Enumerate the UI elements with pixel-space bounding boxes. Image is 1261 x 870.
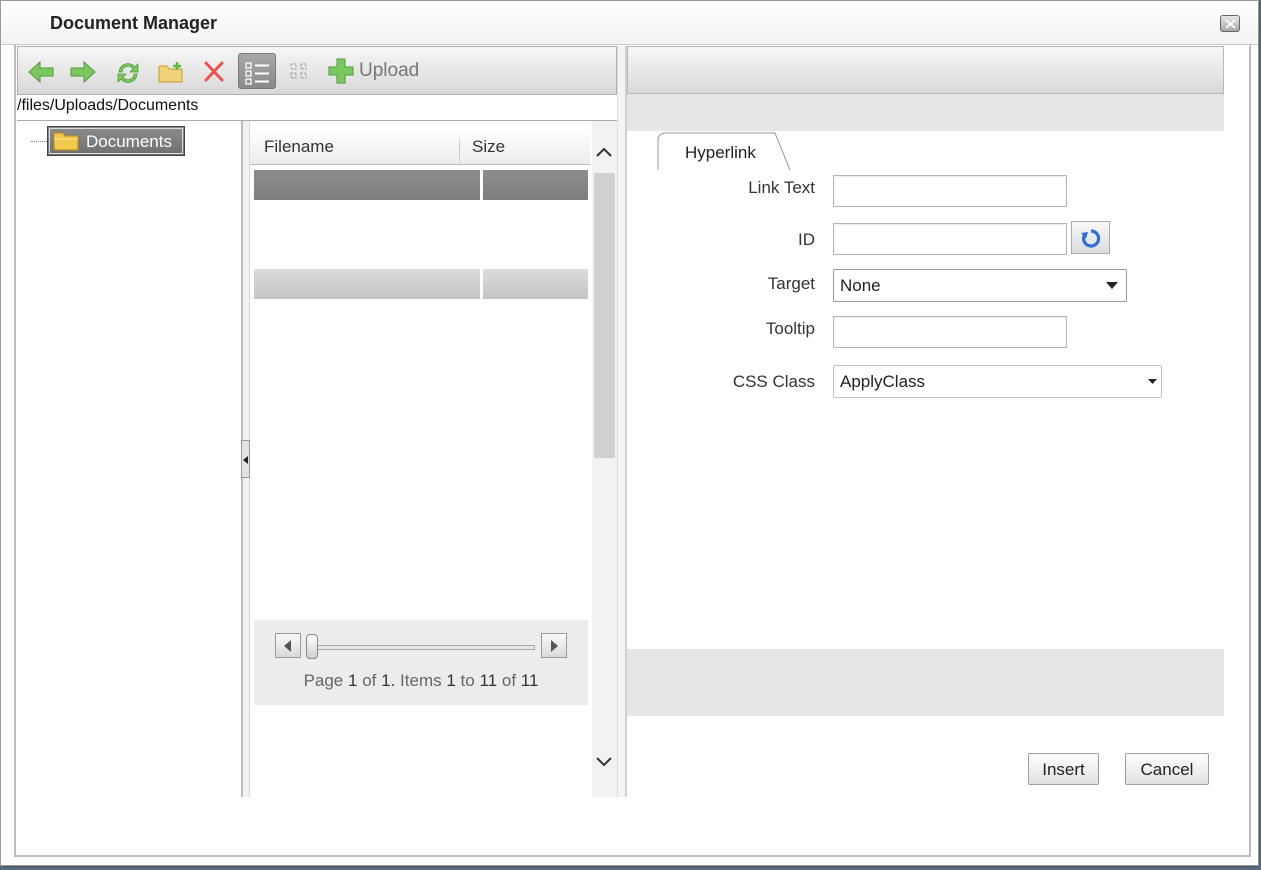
list-view-icon — [245, 62, 269, 85]
properties-footer-strip — [627, 649, 1224, 716]
pager-prev-button[interactable] — [275, 633, 301, 658]
delete-button[interactable] — [196, 54, 232, 88]
pager-text: Items — [400, 671, 442, 690]
table-cell — [483, 170, 588, 200]
scrollbar-thumb[interactable] — [594, 173, 615, 458]
delete-icon — [204, 61, 224, 82]
pager-item-to: 11 — [479, 671, 498, 690]
css-class-select-value: ApplyClass — [840, 372, 926, 391]
pager-text: Page — [303, 671, 344, 690]
column-separator — [459, 139, 460, 163]
tab-hyperlink[interactable]: Hyperlink — [657, 131, 791, 171]
properties-header-strip — [627, 94, 1224, 131]
table-cell — [254, 269, 480, 299]
tooltip-label: Tooltip — [765, 319, 815, 338]
pager-text: of — [362, 671, 377, 690]
arrow-left-icon — [284, 640, 291, 652]
panel-divider — [617, 46, 627, 797]
upload-label: Upload — [359, 60, 420, 81]
chevron-down-icon[interactable] — [594, 755, 614, 769]
forward-button[interactable] — [64, 54, 100, 88]
pager-current-page: 1 — [348, 671, 358, 690]
thumbnail-view-icon — [290, 63, 307, 79]
folder-tree: Documents — [17, 121, 243, 797]
new-folder-icon — [158, 62, 183, 83]
id-input[interactable] — [833, 223, 1067, 255]
link-text-label: Link Text — [748, 178, 815, 197]
tree-node-label: Documents — [86, 132, 172, 151]
collapse-left-icon — [243, 456, 248, 464]
file-toolbar: Upload — [17, 46, 617, 95]
table-row[interactable] — [254, 269, 588, 299]
css-class-label: CSS Class — [732, 372, 815, 391]
forward-icon — [70, 61, 96, 83]
pager-text: to — [460, 671, 475, 690]
tooltip-input[interactable] — [833, 316, 1067, 348]
path-breadcrumb: /files/Uploads/Documents — [17, 95, 617, 121]
pager-info: Page 1 of 1. Items 1 to 11 of 11 — [254, 671, 588, 691]
properties-toolbar — [627, 46, 1224, 94]
tree-node-documents[interactable]: Documents — [47, 126, 185, 156]
target-select-value: None — [840, 276, 881, 295]
file-grid: Filename Size Page 1 of 1. Items 1 to 11… — [250, 121, 592, 797]
refresh-icon — [117, 63, 139, 83]
grid-header: Filename Size — [250, 129, 590, 165]
back-button[interactable] — [22, 54, 58, 88]
generate-id-button[interactable] — [1071, 221, 1110, 254]
grid-pager: Page 1 of 1. Items 1 to 11 of 11 — [254, 620, 588, 705]
cancel-button[interactable]: Cancel — [1125, 753, 1209, 785]
css-class-select[interactable]: ApplyClass — [833, 365, 1162, 398]
upload-plus-icon — [328, 58, 354, 84]
arrow-right-icon — [551, 640, 558, 652]
title-bar[interactable]: Document Manager — [1, 1, 1258, 45]
column-header-filename[interactable]: Filename — [264, 137, 334, 157]
refresh-button[interactable] — [109, 54, 145, 88]
close-icon — [1225, 19, 1236, 29]
new-folder-button[interactable] — [152, 54, 188, 88]
refresh-icon — [1081, 229, 1101, 248]
id-label: ID — [798, 230, 815, 249]
chevron-up-icon[interactable] — [594, 145, 614, 159]
pager-slider-thumb[interactable] — [306, 634, 318, 659]
collapse-handle[interactable] — [241, 440, 250, 478]
pager-item-from: 1 — [446, 671, 456, 690]
pager-total-pages: 1. — [381, 671, 396, 690]
back-icon — [28, 61, 54, 83]
dropdown-arrow-icon — [1148, 379, 1157, 384]
column-header-size[interactable]: Size — [472, 137, 505, 157]
pager-text: of — [501, 671, 517, 690]
table-cell — [483, 269, 588, 299]
close-button[interactable] — [1220, 15, 1240, 32]
pager-next-button[interactable] — [541, 633, 567, 658]
pager-item-total: 11 — [520, 671, 539, 690]
pager-slider-track[interactable] — [307, 645, 535, 650]
tab-label: Hyperlink — [685, 143, 756, 162]
link-text-input[interactable] — [833, 175, 1067, 207]
target-select[interactable]: None — [833, 269, 1127, 302]
table-row[interactable] — [254, 170, 588, 200]
table-cell — [254, 170, 480, 200]
target-label: Target — [767, 274, 815, 293]
dropdown-arrow-icon — [1106, 282, 1118, 289]
grid-vertical-scrollbar[interactable] — [592, 121, 617, 797]
list-view-button[interactable] — [238, 53, 276, 89]
insert-button[interactable]: Insert — [1028, 753, 1099, 785]
dialog-title: Document Manager — [50, 13, 218, 33]
folder-icon — [53, 132, 79, 151]
thumbnail-view-button[interactable] — [281, 54, 317, 88]
